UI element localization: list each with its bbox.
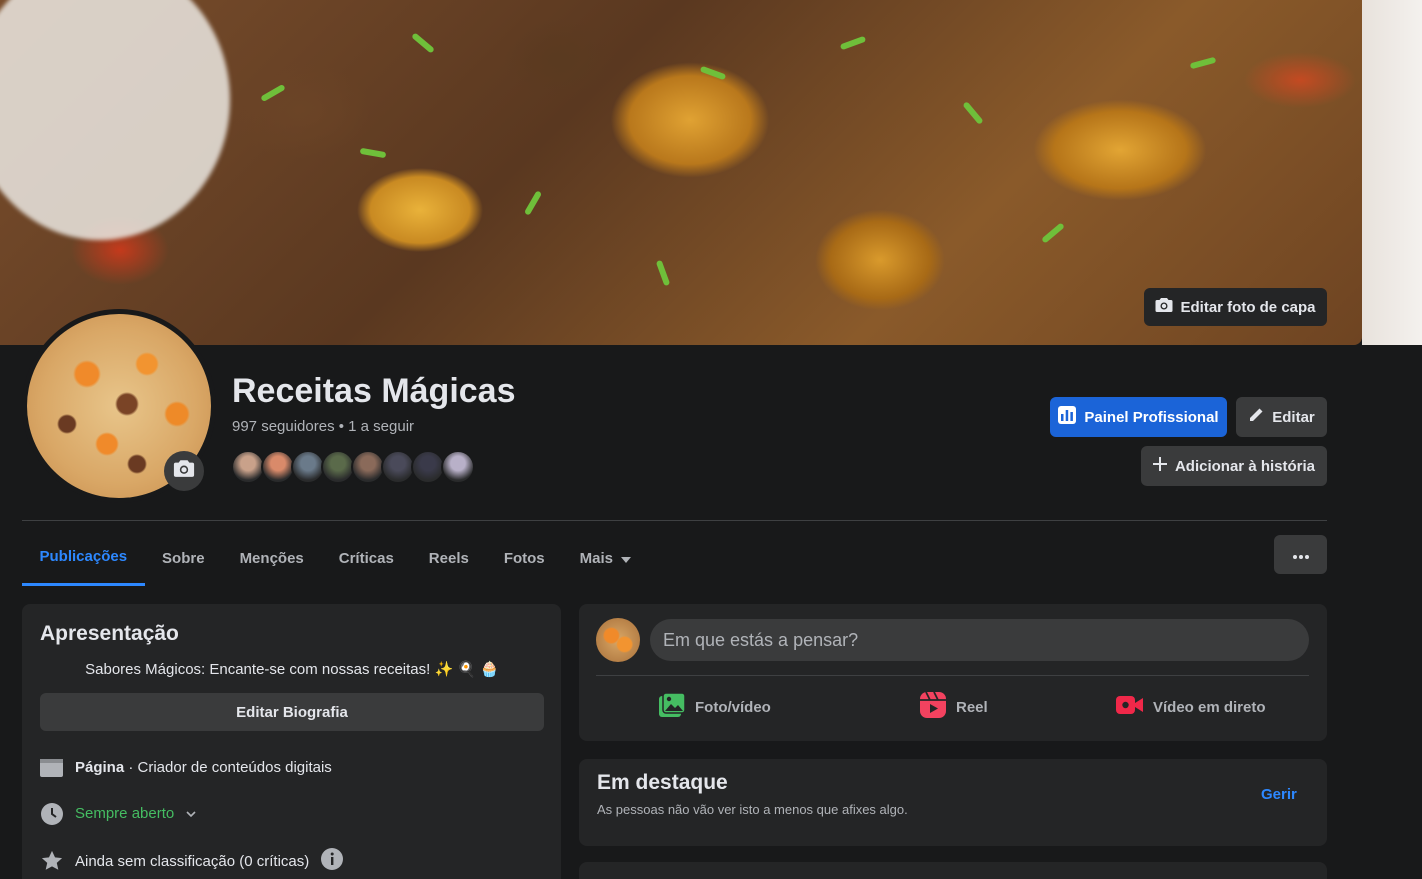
- plus-icon: [1152, 457, 1167, 475]
- cover-side-strip: [1362, 0, 1422, 345]
- follower-stats[interactable]: 997 seguidores • 1 a seguir: [232, 418, 414, 435]
- camera-icon: [173, 459, 195, 483]
- edit-cover-photo-button[interactable]: Editar foto de capa: [1144, 288, 1327, 326]
- composer-divider: [596, 675, 1309, 676]
- tab-reviews[interactable]: Críticas: [321, 530, 411, 586]
- info-hours[interactable]: Sempre aberto: [40, 802, 196, 825]
- tab-photos[interactable]: Fotos: [486, 530, 562, 586]
- edit-bio-button[interactable]: Editar Biografia: [40, 693, 544, 731]
- cover-herb: [839, 35, 867, 51]
- page-title: Receitas Mágicas: [232, 372, 516, 410]
- follower-avatar[interactable]: [321, 450, 355, 484]
- caret-down-icon: [621, 550, 632, 567]
- photo-icon: [659, 692, 686, 721]
- composer-input[interactable]: Em que estás a pensar?: [650, 619, 1309, 661]
- pencil-icon: [1248, 407, 1264, 427]
- professional-dashboard-label: Painel Profissional: [1084, 408, 1219, 426]
- photo-video-button[interactable]: Foto/vídeo: [659, 690, 771, 724]
- featured-subtitle: As pessoas não vão ver isto a menos que …: [597, 802, 908, 817]
- info-page-category: Página · Criador de conteúdos digitais: [40, 756, 332, 779]
- edit-label: Editar: [1272, 408, 1315, 426]
- cover-herb: [260, 83, 286, 103]
- clock-icon: [40, 802, 63, 825]
- follower-avatar[interactable]: [441, 450, 475, 484]
- cover-herb: [699, 65, 727, 81]
- info-icon[interactable]: [321, 848, 344, 874]
- cover-herb: [359, 147, 387, 159]
- tab-label: Sobre: [162, 549, 205, 567]
- reel-icon: [920, 691, 946, 722]
- flag-icon: [40, 756, 63, 779]
- live-video-label: Vídeo em direto: [1153, 698, 1266, 716]
- tab-label: Críticas: [338, 549, 394, 567]
- reel-button[interactable]: Reel: [920, 690, 988, 724]
- info-rating: Ainda sem classificação (0 críticas): [40, 848, 344, 874]
- cover-herb: [1041, 222, 1065, 244]
- camera-icon: [1155, 297, 1173, 317]
- edit-cover-label: Editar foto de capa: [1180, 298, 1316, 316]
- photo-video-label: Foto/vídeo: [695, 698, 771, 716]
- add-to-story-label: Adicionar à história: [1174, 457, 1316, 475]
- follower-avatar[interactable]: [261, 450, 295, 484]
- tab-mentions[interactable]: Menções: [222, 530, 321, 586]
- cover-herb: [523, 190, 543, 216]
- cover-herb: [962, 101, 984, 125]
- add-to-story-button[interactable]: Adicionar à história: [1141, 446, 1327, 486]
- cover-herb: [411, 32, 435, 54]
- header-divider: [22, 520, 1327, 521]
- page-label: Página: [75, 759, 125, 776]
- composer-avatar[interactable]: [596, 618, 640, 662]
- follower-avatar[interactable]: [351, 450, 385, 484]
- composer-placeholder: Em que estás a pensar?: [663, 629, 859, 650]
- manage-featured-link[interactable]: Gerir: [1261, 786, 1297, 803]
- professional-dashboard-button[interactable]: Painel Profissional: [1050, 397, 1227, 437]
- live-video-button[interactable]: Vídeo em direto: [1116, 690, 1266, 724]
- cover-herb: [655, 259, 671, 287]
- ellipsis-icon: [1292, 546, 1309, 564]
- cover-plate: [0, 0, 230, 240]
- video-camera-icon: [1116, 695, 1143, 719]
- tab-posts[interactable]: Publicações: [22, 530, 145, 586]
- follower-avatar[interactable]: [231, 450, 265, 484]
- tab-label: Fotos: [503, 549, 545, 567]
- cover-herb: [1189, 56, 1217, 70]
- page-category: · Criador de conteúdos digitais: [124, 759, 332, 776]
- follower-avatar[interactable]: [291, 450, 325, 484]
- profile-tabs: Publicações Sobre Menções Críticas Reels…: [22, 530, 649, 586]
- intro-title: Apresentação: [40, 622, 179, 645]
- edit-button[interactable]: Editar: [1236, 397, 1327, 437]
- follower-avatar[interactable]: [381, 450, 415, 484]
- follower-avatar[interactable]: [411, 450, 445, 484]
- update-profile-picture-button[interactable]: [164, 451, 204, 491]
- more-options-button[interactable]: [1274, 535, 1327, 574]
- chart-icon: [1058, 406, 1077, 428]
- rating-text: Ainda sem classificação (0 críticas): [75, 852, 310, 870]
- tab-label: Mais: [579, 549, 614, 567]
- tab-label: Reels: [428, 549, 469, 567]
- next-card: [579, 862, 1327, 879]
- tab-label: Menções: [239, 549, 304, 567]
- star-icon: [40, 850, 63, 873]
- tab-reels[interactable]: Reels: [411, 530, 486, 586]
- reel-label: Reel: [956, 698, 988, 716]
- follower-avatars[interactable]: [231, 450, 475, 484]
- chevron-down-icon: [186, 805, 196, 822]
- tab-about[interactable]: Sobre: [145, 530, 223, 586]
- tab-more[interactable]: Mais: [562, 530, 648, 586]
- hours-status: Sempre aberto: [75, 805, 175, 822]
- bio-text: Sabores Mágicos: Encante-se com nossas r…: [85, 661, 499, 678]
- tab-label: Publicações: [39, 548, 128, 565]
- featured-title: Em destaque: [597, 771, 728, 794]
